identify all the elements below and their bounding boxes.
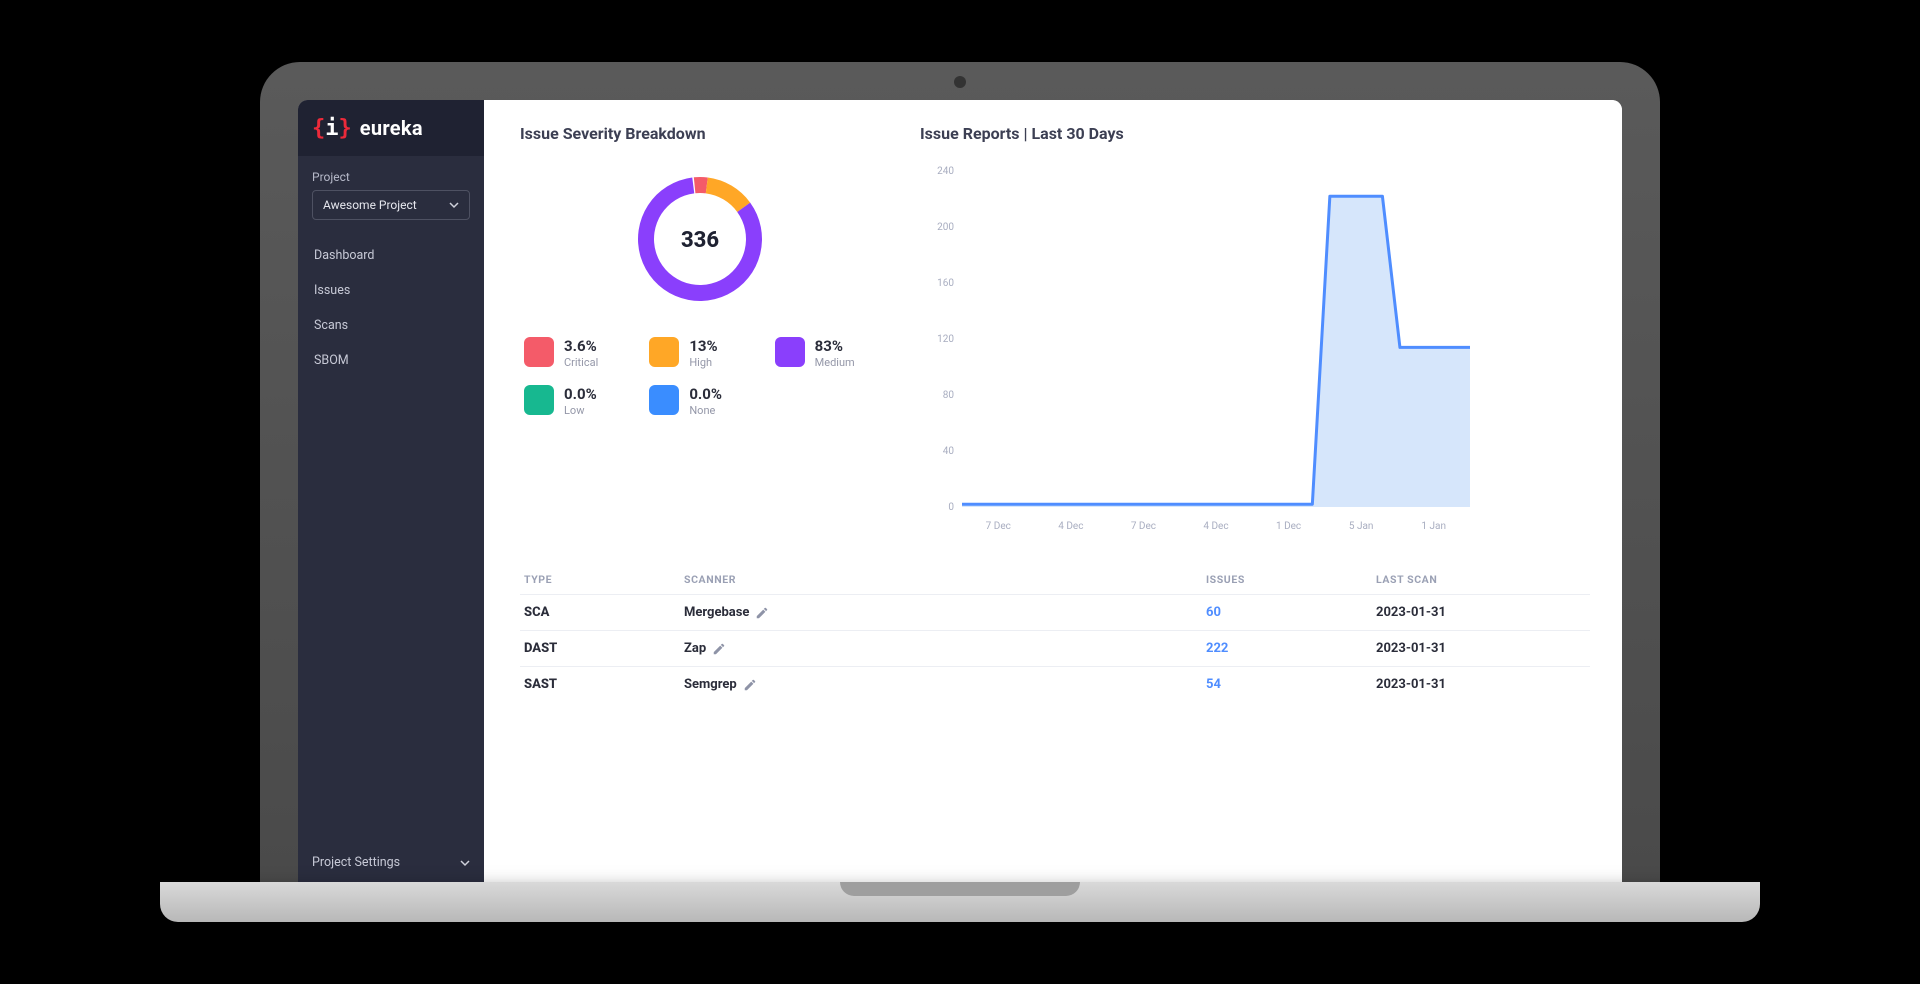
svg-text:1 Jan: 1 Jan bbox=[1421, 521, 1446, 532]
sidebar-item-project-settings[interactable]: Project Settings bbox=[298, 843, 484, 882]
logo: {i} eureka bbox=[298, 100, 484, 156]
col-issues: ISSUES bbox=[1206, 573, 1376, 586]
reports-panel: Issue Reports | Last 30 Days 0 40 80 120 160… bbox=[920, 124, 1590, 545]
laptop-base bbox=[160, 882, 1760, 922]
legend-swatch bbox=[524, 337, 554, 367]
col-lastscan: LAST SCAN bbox=[1376, 573, 1586, 586]
legend-item-medium: 83%Medium bbox=[775, 337, 880, 369]
cell-lastscan: 2023-01-31 bbox=[1376, 677, 1586, 692]
table-header: TYPE SCANNER ISSUES LAST SCAN bbox=[520, 573, 1590, 594]
sidebar-item-scans[interactable]: Scans bbox=[298, 308, 484, 343]
legend-item-none: 0.0%None bbox=[649, 385, 754, 417]
sidebar-item-dashboard[interactable]: Dashboard bbox=[298, 238, 484, 273]
legend-item-critical: 3.6%Critical bbox=[524, 337, 629, 369]
svg-text:4 Dec: 4 Dec bbox=[1203, 521, 1228, 532]
legend-pct: 83% bbox=[815, 337, 855, 355]
project-selected-value: Awesome Project bbox=[323, 198, 417, 212]
col-scanner: SCANNER bbox=[684, 573, 1206, 586]
cell-issues[interactable]: 60 bbox=[1206, 605, 1376, 620]
sidebar: {i} eureka Project Awesome Project Dashb… bbox=[298, 100, 484, 882]
svg-text:5 Jan: 5 Jan bbox=[1349, 521, 1374, 532]
legend-pct: 3.6% bbox=[564, 337, 598, 355]
cell-type: DAST bbox=[524, 641, 684, 656]
severity-panel: Issue Severity Breakdown 336 3.6%Critica… bbox=[520, 124, 880, 545]
edit-icon[interactable] bbox=[712, 642, 726, 656]
legend-swatch bbox=[649, 385, 679, 415]
donut-slice-critical bbox=[694, 177, 708, 193]
cell-scanner: Zap bbox=[684, 641, 1206, 656]
chevron-down-icon bbox=[449, 200, 459, 210]
svg-text:40: 40 bbox=[943, 446, 955, 457]
laptop-screen: {i} eureka Project Awesome Project Dashb… bbox=[260, 62, 1660, 882]
sidebar-item-issues[interactable]: Issues bbox=[298, 273, 484, 308]
laptop-frame: {i} eureka Project Awesome Project Dashb… bbox=[160, 62, 1760, 922]
cell-issues[interactable]: 54 bbox=[1206, 677, 1376, 692]
svg-text:0: 0 bbox=[948, 502, 954, 513]
legend-item-high: 13%High bbox=[649, 337, 754, 369]
legend-name: None bbox=[689, 404, 722, 417]
table-row: SASTSemgrep542023-01-31 bbox=[520, 666, 1590, 702]
chart-area bbox=[962, 196, 1470, 507]
svg-text:200: 200 bbox=[937, 222, 954, 233]
legend-name: Low bbox=[564, 404, 597, 417]
donut-slice-high bbox=[706, 177, 750, 211]
cell-scanner: Mergebase bbox=[684, 605, 1206, 620]
project-select[interactable]: Awesome Project bbox=[312, 190, 470, 220]
project-settings-label: Project Settings bbox=[312, 855, 400, 870]
severity-title: Issue Severity Breakdown bbox=[520, 124, 880, 143]
svg-text:80: 80 bbox=[943, 390, 955, 401]
legend-swatch bbox=[524, 385, 554, 415]
logo-icon: {i} bbox=[312, 116, 352, 141]
legend-name: Medium bbox=[815, 356, 855, 369]
table-row: DASTZap2222023-01-31 bbox=[520, 630, 1590, 666]
legend-swatch bbox=[649, 337, 679, 367]
svg-text:7 Dec: 7 Dec bbox=[986, 521, 1011, 532]
scanner-table: TYPE SCANNER ISSUES LAST SCAN SCAMergeba… bbox=[520, 573, 1590, 702]
issue-reports-chart: 0 40 80 120 160 200 240 7 Dec 4 Dec 7 Dec 4 Dec 1 D… bbox=[920, 161, 1480, 541]
svg-text:160: 160 bbox=[937, 278, 954, 289]
svg-text:4 Dec: 4 Dec bbox=[1058, 521, 1083, 532]
severity-legend: 3.6%Critical13%High83%Medium0.0%Low0.0%N… bbox=[520, 337, 880, 417]
main-content: Issue Severity Breakdown 336 3.6%Critica… bbox=[484, 100, 1622, 882]
sidebar-nav: Dashboard Issues Scans SBOM bbox=[298, 238, 484, 378]
cell-lastscan: 2023-01-31 bbox=[1376, 605, 1586, 620]
cell-issues[interactable]: 222 bbox=[1206, 641, 1376, 656]
logo-text: eureka bbox=[360, 116, 423, 140]
legend-swatch bbox=[775, 337, 805, 367]
legend-item-low: 0.0%Low bbox=[524, 385, 629, 417]
cell-scanner: Semgrep bbox=[684, 677, 1206, 692]
table-row: SCAMergebase602023-01-31 bbox=[520, 594, 1590, 630]
legend-name: Critical bbox=[564, 356, 598, 369]
legend-pct: 0.0% bbox=[689, 385, 722, 403]
chevron-down-icon bbox=[460, 858, 470, 868]
col-type: TYPE bbox=[524, 573, 684, 586]
app-root: {i} eureka Project Awesome Project Dashb… bbox=[298, 100, 1622, 882]
sidebar-item-sbom[interactable]: SBOM bbox=[298, 343, 484, 378]
svg-text:240: 240 bbox=[937, 166, 954, 177]
reports-title: Issue Reports | Last 30 Days bbox=[920, 124, 1590, 143]
severity-total: 336 bbox=[681, 228, 719, 253]
severity-donut-chart: 336 bbox=[622, 161, 778, 317]
svg-text:1 Dec: 1 Dec bbox=[1276, 521, 1301, 532]
project-label: Project bbox=[312, 170, 470, 184]
svg-text:7 Dec: 7 Dec bbox=[1131, 521, 1156, 532]
cell-type: SCA bbox=[524, 605, 684, 620]
edit-icon[interactable] bbox=[755, 606, 769, 620]
cell-lastscan: 2023-01-31 bbox=[1376, 641, 1586, 656]
legend-pct: 0.0% bbox=[564, 385, 597, 403]
cell-type: SAST bbox=[524, 677, 684, 692]
svg-text:120: 120 bbox=[937, 334, 954, 345]
edit-icon[interactable] bbox=[743, 678, 757, 692]
legend-name: High bbox=[689, 356, 717, 369]
legend-pct: 13% bbox=[689, 337, 717, 355]
